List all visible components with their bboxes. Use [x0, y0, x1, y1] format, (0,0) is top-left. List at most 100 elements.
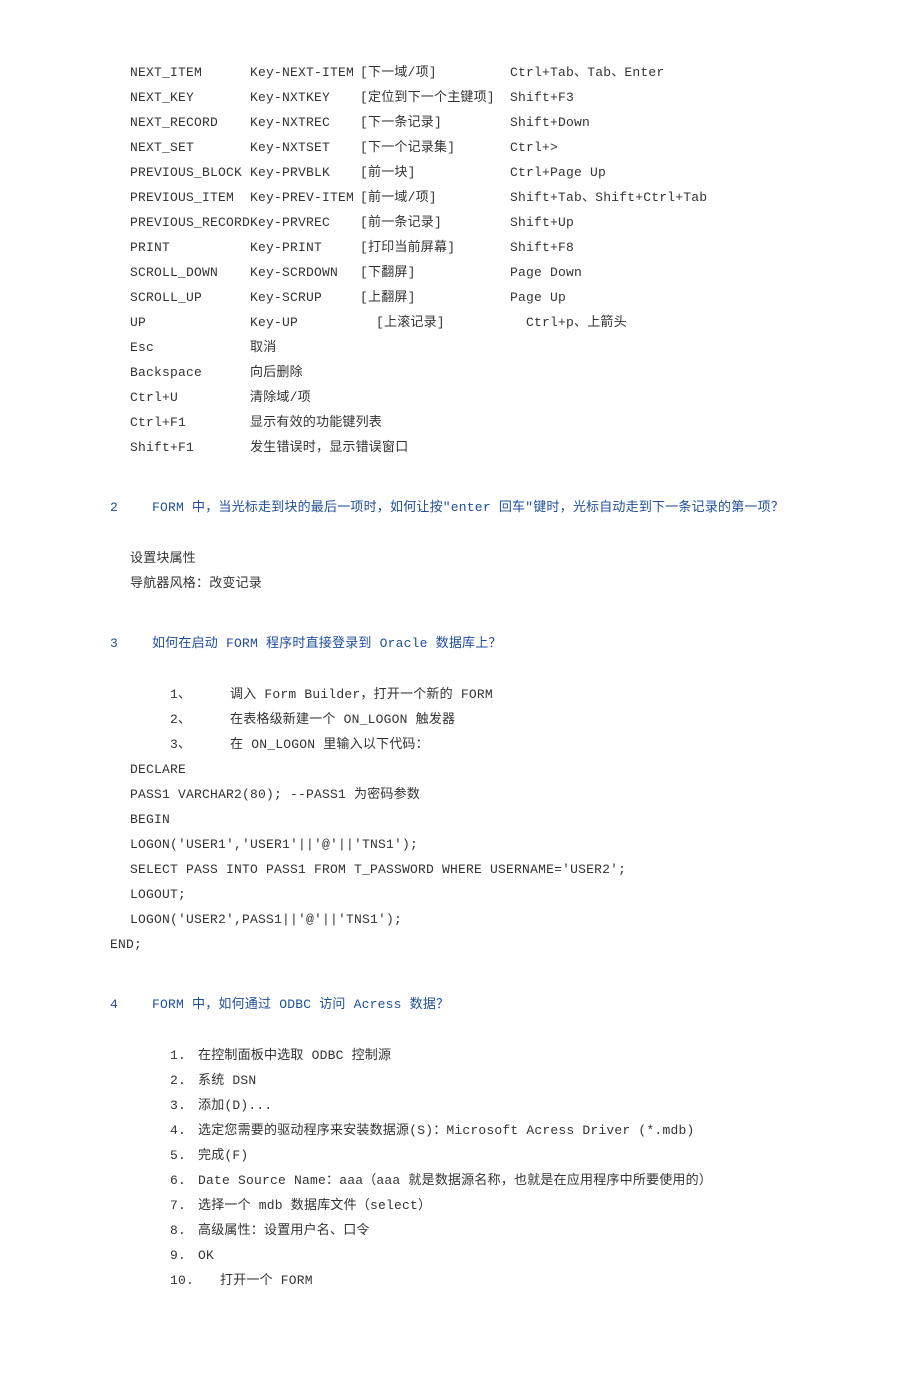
step-text: 选择一个 mdb 数据库文件（select） — [198, 1193, 431, 1218]
col-shortcut: Shift+Tab、Shift+Ctrl+Tab — [510, 185, 810, 210]
col-name: SCROLL_UP — [130, 285, 250, 310]
col-shortcut: Ctrl+> — [510, 135, 810, 160]
col-name: Shift+F1 — [130, 435, 250, 460]
col-name: PRINT — [130, 235, 250, 260]
table-row: Esc取消 — [130, 335, 810, 360]
col-desc: [前一域/项] — [360, 185, 510, 210]
document-page: NEXT_ITEMKey-NEXT-ITEM[下一域/项]Ctrl+Tab、Ta… — [0, 0, 920, 1373]
section-2-line-1: 设置块属性 — [110, 546, 810, 571]
code-line: LOGON('USER1','USER1'||'@'||'TNS1'); — [130, 832, 810, 857]
col-desc: [上滚记录] — [360, 310, 510, 335]
col-desc: [下一个记录集] — [360, 135, 510, 160]
section-3-steps: 1、调入 Form Builder，打开一个新的 FORM2、在表格级新建一个 … — [110, 682, 810, 757]
col-desc: [定位到下一个主键项] — [360, 85, 510, 110]
step-text: Date Source Name：aaa（aaa 就是数据源名称，也就是在应用程… — [198, 1168, 712, 1193]
col-name: Esc — [130, 335, 250, 360]
code-line: BEGIN — [130, 807, 810, 832]
step-number: 6. — [170, 1168, 198, 1193]
code-end: END; — [110, 932, 810, 957]
step-number: 1. — [170, 1043, 198, 1068]
col-name: NEXT_ITEM — [130, 60, 250, 85]
list-item: 6.Date Source Name：aaa（aaa 就是数据源名称，也就是在应… — [170, 1168, 810, 1193]
table-row: UPKey-UP [上滚记录] Ctrl+p、上箭头 — [130, 310, 810, 335]
step-text: 选定您需要的驱动程序来安装数据源(S)：Microsoft Acress Dri… — [198, 1118, 694, 1143]
list-item: 2、在表格级新建一个 ON_LOGON 触发器 — [170, 707, 810, 732]
section-2-line-2: 导航器风格：改变记录 — [110, 571, 810, 596]
table-row: PREVIOUS_BLOCKKey-PRVBLK[前一块]Ctrl+Page U… — [130, 160, 810, 185]
col-shortcut: Ctrl+Tab、Tab、Enter — [510, 60, 810, 85]
code-block: DECLAREPASS1 VARCHAR2(80); --PASS1 为密码参数… — [110, 757, 810, 932]
list-item: 1.在控制面板中选取 ODBC 控制源 — [170, 1043, 810, 1068]
step-number: 7. — [170, 1193, 198, 1218]
col-name: NEXT_SET — [130, 135, 250, 160]
list-item: 3.添加(D)... — [170, 1093, 810, 1118]
table-row: NEXT_SETKey-NXTSET[下一个记录集]Ctrl+> — [130, 135, 810, 160]
col-shortcut: Page Up — [510, 285, 810, 310]
step-text: 完成(F) — [198, 1143, 248, 1168]
list-item: 3、在 ON_LOGON 里输入以下代码： — [170, 732, 810, 757]
table-row: SCROLL_UPKey-SCRUP[上翻屏]Page Up — [130, 285, 810, 310]
list-item: 1、调入 Form Builder，打开一个新的 FORM — [170, 682, 810, 707]
col-shortcut: Shift+F8 — [510, 235, 810, 260]
step-text: 调入 Form Builder，打开一个新的 FORM — [230, 682, 493, 707]
col-key: Key-PRVBLK — [250, 160, 360, 185]
table-row: PRINTKey-PRINT[打印当前屏幕]Shift+F8 — [130, 235, 810, 260]
section-title: FORM 中，如何通过 ODBC 访问 Acress 数据？ — [152, 995, 810, 1015]
col-shortcut: Shift+Down — [510, 110, 810, 135]
code-line: LOGOUT; — [130, 882, 810, 907]
list-item: 4.选定您需要的驱动程序来安装数据源(S)：Microsoft Acress D… — [170, 1118, 810, 1143]
table-row: NEXT_KEYKey-NXTKEY[定位到下一个主键项]Shift+F3 — [130, 85, 810, 110]
col-desc: [下一域/项] — [360, 60, 510, 85]
col-name: SCROLL_DOWN — [130, 260, 250, 285]
col-name: NEXT_KEY — [130, 85, 250, 110]
col-shortcut: Ctrl+p、上箭头 — [510, 310, 810, 335]
col-desc: [上翻屏] — [360, 285, 510, 310]
col-desc: 发生错误时，显示错误窗口 — [250, 435, 408, 460]
step-number: 3、 — [170, 732, 230, 757]
section-title: FORM 中，当光标走到块的最后一项时，如何让按"enter 回车"键时，光标自… — [152, 498, 810, 518]
col-key: Key-SCRUP — [250, 285, 360, 310]
table-row: Ctrl+F1显示有效的功能键列表 — [130, 410, 810, 435]
col-desc: 清除域/项 — [250, 385, 311, 410]
section-title: 如何在启动 FORM 程序时直接登录到 Oracle 数据库上？ — [152, 634, 810, 654]
list-item: 10.打开一个 FORM — [170, 1268, 810, 1293]
table-row: Backspace向后删除 — [130, 360, 810, 385]
table-row: SCROLL_DOWNKey-SCRDOWN[下翻屏]Page Down — [130, 260, 810, 285]
col-name: Ctrl+F1 — [130, 410, 250, 435]
list-item: 5.完成(F) — [170, 1143, 810, 1168]
table-row: NEXT_ITEMKey-NEXT-ITEM[下一域/项]Ctrl+Tab、Ta… — [130, 60, 810, 85]
step-text: 高级属性：设置用户名、口令 — [198, 1218, 370, 1243]
table-row: Shift+F1发生错误时，显示错误窗口 — [130, 435, 810, 460]
section-number: 3 — [110, 634, 152, 654]
table-row: Ctrl+U清除域/项 — [130, 385, 810, 410]
step-text: 系统 DSN — [198, 1068, 256, 1093]
col-key: Key-PRVREC — [250, 210, 360, 235]
step-number: 10. — [170, 1268, 220, 1293]
step-text: 在控制面板中选取 ODBC 控制源 — [198, 1043, 391, 1068]
step-number: 5. — [170, 1143, 198, 1168]
col-desc: 显示有效的功能键列表 — [250, 410, 382, 435]
step-number: 2. — [170, 1068, 198, 1093]
step-text: OK — [198, 1243, 214, 1268]
step-text: 打开一个 FORM — [220, 1268, 313, 1293]
step-number: 9. — [170, 1243, 198, 1268]
table-row: PREVIOUS_ITEMKey-PREV-ITEM[前一域/项]Shift+T… — [130, 185, 810, 210]
section-4-steps: 1.在控制面板中选取 ODBC 控制源2.系统 DSN3.添加(D)...4.选… — [110, 1043, 810, 1293]
col-desc: [打印当前屏幕] — [360, 235, 510, 260]
col-name: UP — [130, 310, 250, 335]
table-row: NEXT_RECORDKey-NXTREC[下一条记录]Shift+Down — [130, 110, 810, 135]
key-table: NEXT_ITEMKey-NEXT-ITEM[下一域/项]Ctrl+Tab、Ta… — [110, 60, 810, 460]
col-desc: [前一条记录] — [360, 210, 510, 235]
list-item: 7.选择一个 mdb 数据库文件（select） — [170, 1193, 810, 1218]
step-text: 在表格级新建一个 ON_LOGON 触发器 — [230, 707, 455, 732]
col-name: Ctrl+U — [130, 385, 250, 410]
col-name: PREVIOUS_RECORD — [130, 210, 250, 235]
table-row: PREVIOUS_RECORDKey-PRVREC[前一条记录]Shift+Up — [130, 210, 810, 235]
col-key: Key-SCRDOWN — [250, 260, 360, 285]
col-desc: [下翻屏] — [360, 260, 510, 285]
col-desc: 向后删除 — [250, 360, 303, 385]
col-key: Key-NEXT-ITEM — [250, 60, 360, 85]
col-name: NEXT_RECORD — [130, 110, 250, 135]
col-key: Key-NXTKEY — [250, 85, 360, 110]
col-shortcut: Shift+Up — [510, 210, 810, 235]
